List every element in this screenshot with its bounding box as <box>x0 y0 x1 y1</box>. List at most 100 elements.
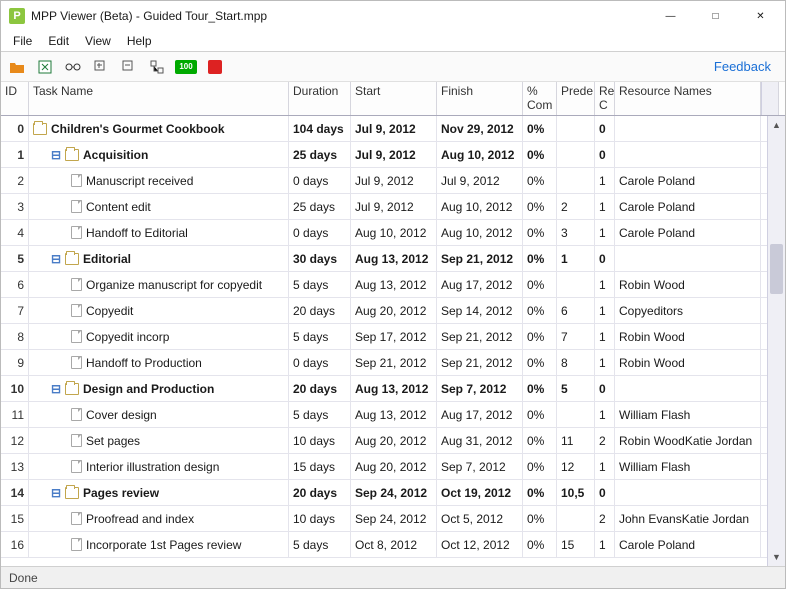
menu-help[interactable]: Help <box>119 32 160 50</box>
col-start[interactable]: Start <box>351 82 437 115</box>
table-row[interactable]: 14⊟Pages review20 daysSep 24, 2012Oct 19… <box>1 480 785 506</box>
table-row[interactable]: 10⊟Design and Production20 daysAug 13, 2… <box>1 376 785 402</box>
cell-start: Aug 20, 2012 <box>351 298 437 323</box>
cell-res: William Flash <box>615 402 761 427</box>
cell-res: Robin Wood <box>615 272 761 297</box>
cell-taskname[interactable]: Copyedit incorp <box>29 324 289 349</box>
table-row[interactable]: 16Incorporate 1st Pages review5 daysOct … <box>1 532 785 558</box>
cell-taskname[interactable]: ⊟Acquisition <box>29 142 289 167</box>
task-grid: ID Task Name Duration Start Finish % Com… <box>1 82 785 566</box>
task-name-text: Cover design <box>86 408 157 422</box>
minimize-button[interactable]: — <box>648 2 693 30</box>
menu-file[interactable]: File <box>5 32 40 50</box>
col-pred[interactable]: Prede <box>557 82 595 115</box>
cell-start: Aug 13, 2012 <box>351 272 437 297</box>
col-pct[interactable]: % Com <box>523 82 557 115</box>
critical-path-icon[interactable] <box>205 57 225 77</box>
table-row[interactable]: 13Interior illustration design15 daysAug… <box>1 454 785 480</box>
cell-start: Aug 13, 2012 <box>351 376 437 401</box>
cell-taskname[interactable]: ⊟ Design and Production <box>29 376 289 401</box>
cell-taskname[interactable]: Handoff to Editorial <box>29 220 289 245</box>
cell-start: Oct 8, 2012 <box>351 532 437 557</box>
cell-res <box>615 246 761 271</box>
task-name-text: Design and Production <box>83 382 214 396</box>
open-icon[interactable] <box>7 57 27 77</box>
cell-start: Sep 24, 2012 <box>351 480 437 505</box>
cell-taskname[interactable]: ⊟Editorial <box>29 246 289 271</box>
table-row[interactable]: 0Children's Gourmet Cookbook104 daysJul … <box>1 116 785 142</box>
document-icon <box>71 356 82 369</box>
collapse-toggle-icon[interactable]: ⊟ <box>51 254 61 264</box>
scroll-track[interactable] <box>768 134 785 548</box>
scroll-thumb[interactable] <box>770 244 783 294</box>
cell-res: Carole Poland <box>615 194 761 219</box>
cell-taskname[interactable]: Proofread and index <box>29 506 289 531</box>
cell-taskname[interactable]: Handoff to Production <box>29 350 289 375</box>
cell-rc: 1 <box>595 298 615 323</box>
column-header-row: ID Task Name Duration Start Finish % Com… <box>1 82 785 116</box>
table-row[interactable]: 12Set pages10 daysAug 20, 2012Aug 31, 20… <box>1 428 785 454</box>
cell-pct: 0% <box>523 116 557 141</box>
cell-taskname[interactable]: Interior illustration design <box>29 454 289 479</box>
folder-icon <box>65 253 79 265</box>
cell-taskname[interactable]: Organize manuscript for copyedit <box>29 272 289 297</box>
export-excel-icon[interactable] <box>35 57 55 77</box>
cell-duration: 5 days <box>289 324 351 349</box>
cell-duration: 20 days <box>289 480 351 505</box>
menu-view[interactable]: View <box>77 32 119 50</box>
subtasks-icon[interactable] <box>147 57 167 77</box>
table-row[interactable]: 6Organize manuscript for copyedit5 daysA… <box>1 272 785 298</box>
maximize-button[interactable]: □ <box>693 2 738 30</box>
collapse-toggle-icon[interactable]: ⊟ <box>51 488 61 498</box>
col-res[interactable]: Resource Names <box>615 82 761 115</box>
cell-res <box>615 376 761 401</box>
table-row[interactable]: 9Handoff to Production0 daysSep 21, 2012… <box>1 350 785 376</box>
table-row[interactable]: 5⊟Editorial30 daysAug 13, 2012Sep 21, 20… <box>1 246 785 272</box>
task-name-text: Handoff to Production <box>86 356 202 370</box>
table-row[interactable]: 2Manuscript received0 daysJul 9, 2012Jul… <box>1 168 785 194</box>
col-finish[interactable]: Finish <box>437 82 523 115</box>
cell-taskname[interactable]: Cover design <box>29 402 289 427</box>
cell-taskname[interactable]: Content edit <box>29 194 289 219</box>
cell-taskname[interactable]: Incorporate 1st Pages review <box>29 532 289 557</box>
cell-taskname[interactable]: Manuscript received <box>29 168 289 193</box>
feedback-link[interactable]: Feedback <box>714 59 779 74</box>
cell-id: 6 <box>1 272 29 297</box>
expand-all-icon[interactable] <box>91 57 111 77</box>
cell-pct: 0% <box>523 272 557 297</box>
close-button[interactable]: ✕ <box>738 2 783 30</box>
cell-pct: 0% <box>523 194 557 219</box>
cell-duration: 5 days <box>289 272 351 297</box>
col-duration[interactable]: Duration <box>289 82 351 115</box>
table-row[interactable]: 11Cover design5 daysAug 13, 2012Aug 17, … <box>1 402 785 428</box>
vertical-scrollbar[interactable]: ▲ ▼ <box>767 116 785 566</box>
percent-complete-icon[interactable]: 100 <box>175 60 197 74</box>
table-row[interactable]: 3Content edit25 daysJul 9, 2012Aug 10, 2… <box>1 194 785 220</box>
cell-rc: 1 <box>595 194 615 219</box>
col-rc[interactable]: Re C <box>595 82 615 115</box>
scroll-down-icon[interactable]: ▼ <box>768 548 785 566</box>
table-row[interactable]: 7Copyedit20 daysAug 20, 2012Sep 14, 2012… <box>1 298 785 324</box>
document-icon <box>71 278 82 291</box>
table-row[interactable]: 15Proofread and index10 daysSep 24, 2012… <box>1 506 785 532</box>
scroll-up-icon[interactable]: ▲ <box>768 116 785 134</box>
col-taskname[interactable]: Task Name <box>29 82 289 115</box>
table-row[interactable]: 4Handoff to Editorial0 daysAug 10, 2012A… <box>1 220 785 246</box>
cell-res <box>615 116 761 141</box>
cell-pred: 11 <box>557 428 595 453</box>
cell-finish: Sep 21, 2012 <box>437 350 523 375</box>
collapse-all-icon[interactable] <box>119 57 139 77</box>
table-row[interactable]: 8Copyedit incorp5 daysSep 17, 2012Sep 21… <box>1 324 785 350</box>
collapse-toggle-icon[interactable]: ⊟ <box>51 384 61 394</box>
menu-edit[interactable]: Edit <box>40 32 77 50</box>
collapse-toggle-icon[interactable]: ⊟ <box>51 150 61 160</box>
find-icon[interactable] <box>63 57 83 77</box>
cell-taskname[interactable]: Copyedit <box>29 298 289 323</box>
table-row[interactable]: 1⊟Acquisition25 daysJul 9, 2012Aug 10, 2… <box>1 142 785 168</box>
col-id[interactable]: ID <box>1 82 29 115</box>
cell-taskname[interactable]: ⊟Pages review <box>29 480 289 505</box>
cell-taskname[interactable]: Set pages <box>29 428 289 453</box>
cell-taskname[interactable]: Children's Gourmet Cookbook <box>29 116 289 141</box>
cell-rc: 1 <box>595 168 615 193</box>
cell-start: Jul 9, 2012 <box>351 142 437 167</box>
